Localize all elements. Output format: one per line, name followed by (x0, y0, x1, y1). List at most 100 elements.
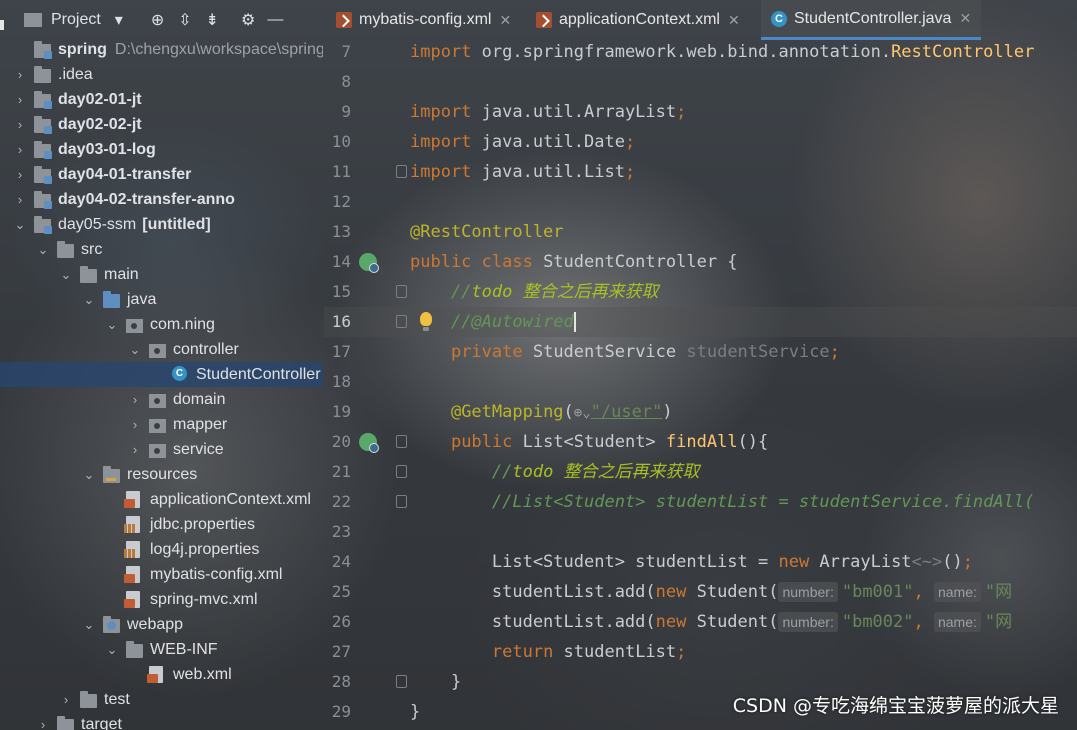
code-line[interactable]: 9 import java.util.ArrayList; (324, 97, 1077, 127)
chevron-right-icon[interactable]: › (128, 417, 142, 432)
code-text: import java.util.List; (410, 157, 635, 187)
chevron-right-icon[interactable]: › (36, 717, 50, 730)
code-line[interactable]: 21 //todo 整合之后再来获取 (324, 457, 1077, 487)
code-line[interactable]: 22 //List<Student> studentList = student… (324, 487, 1077, 517)
chevron-right-icon[interactable]: › (13, 67, 27, 82)
chevron-right-icon[interactable]: › (13, 142, 27, 157)
tree-item-day04-02-transfer-anno[interactable]: › day04-02-transfer-anno (0, 187, 323, 212)
tree-item-name: web.xml (173, 665, 232, 683)
expand-all-icon[interactable]: ⇳ (178, 10, 191, 30)
code-line[interactable]: 20 public List<Student> findAll(){ (324, 427, 1077, 457)
spring-web-icon[interactable] (359, 433, 379, 453)
fold-marker-icon[interactable] (396, 315, 407, 328)
code-editor[interactable]: 7 import org.springframework.web.bind.ann… (324, 40, 1077, 730)
tree-item-suffix: [untitled] (142, 215, 211, 233)
fold-marker-icon[interactable] (396, 435, 407, 448)
tree-item-log4j-properties[interactable]: log4j.properties (0, 537, 323, 562)
chevron-right-icon[interactable]: › (13, 192, 27, 207)
tree-item-controller[interactable]: ⌄ controller (0, 337, 323, 362)
tree-item-main[interactable]: ⌄ main (0, 262, 323, 287)
chevron-down-icon[interactable]: ⌄ (105, 642, 119, 658)
tree-item-test[interactable]: › test (0, 687, 323, 712)
tree-item-label: com.ning (150, 316, 215, 334)
tree-item-com-ning[interactable]: ⌄ com.ning (0, 312, 323, 337)
tree-item-day05-ssm[interactable]: ⌄ day05-ssm [untitled] (0, 212, 323, 237)
chevron-down-icon[interactable]: ⌄ (36, 242, 50, 258)
chevron-right-icon[interactable]: › (59, 692, 73, 707)
code-line[interactable]: 19 @GetMapping(⊕⌄"/user") (324, 397, 1077, 427)
chevron-down-icon[interactable]: ⌄ (13, 217, 27, 233)
tree-item-webapp[interactable]: ⌄ webapp (0, 612, 323, 637)
globe-icon[interactable]: ⊕⌄ (574, 398, 591, 428)
chevron-down-icon[interactable]: ▾ (115, 10, 123, 30)
chevron-down-icon[interactable]: ⌄ (128, 342, 142, 358)
tree-item-jdbc-properties[interactable]: jdbc.properties (0, 512, 323, 537)
code-line[interactable]: 14 public class StudentController { (324, 247, 1077, 277)
code-line[interactable]: 18 (324, 367, 1077, 397)
chevron-down-icon[interactable]: ⌄ (82, 467, 96, 483)
tree-item-java[interactable]: ⌄ java (0, 287, 323, 312)
project-view-title[interactable]: Project (51, 11, 101, 29)
code-line[interactable]: 11 import java.util.List; (324, 157, 1077, 187)
tree-item--idea[interactable]: › .idea (0, 62, 323, 87)
code-line[interactable]: 15 //todo 整合之后再来获取 (324, 277, 1077, 307)
tree-item-spring[interactable]: spring D:\chengxu\workspace\spring (0, 37, 323, 62)
chevron-right-icon[interactable]: › (13, 167, 27, 182)
fold-marker-icon[interactable] (396, 285, 407, 298)
fold-marker-icon[interactable] (396, 675, 407, 688)
tree-item-mybatis-config-xml[interactable]: mybatis-config.xml (0, 562, 323, 587)
code-line[interactable]: 10 import java.util.Date; (324, 127, 1077, 157)
tree-item-service[interactable]: › service (0, 437, 323, 462)
tree-item-mapper[interactable]: › mapper (0, 412, 323, 437)
tab-student-controller[interactable]: C StudentController.java ✕ (761, 0, 982, 40)
tab-application-context[interactable]: applicationContext.xml ✕ (536, 0, 740, 40)
chevron-down-icon[interactable]: ⌄ (82, 292, 96, 308)
code-line[interactable]: 23 (324, 517, 1077, 547)
chevron-right-icon[interactable]: › (13, 117, 27, 132)
code-line[interactable]: 27 return studentList; (324, 637, 1077, 667)
tab-mybatis-config[interactable]: mybatis-config.xml ✕ (336, 0, 511, 40)
code-line[interactable]: 25 studentList.add(new Student(number: "b… (324, 577, 1077, 607)
code-line[interactable]: 26 studentList.add(new Student(number: "b… (324, 607, 1077, 637)
code-line[interactable]: 13 @RestController (324, 217, 1077, 247)
tree-item-src[interactable]: ⌄ src (0, 237, 323, 262)
crosshair-icon[interactable]: ⊕ (151, 10, 164, 30)
close-icon[interactable]: ✕ (499, 12, 511, 29)
tree-item-domain[interactable]: › domain (0, 387, 323, 412)
tree-item-web-xml[interactable]: web.xml (0, 662, 323, 687)
fold-marker-icon[interactable] (396, 495, 407, 508)
code-line[interactable]: 12 (324, 187, 1077, 217)
chevron-right-icon[interactable]: › (13, 92, 27, 107)
code-line[interactable]: 16 //@Autowired (324, 307, 1077, 337)
close-icon[interactable]: ✕ (728, 12, 740, 29)
gear-icon[interactable]: ⚙ (241, 10, 255, 30)
code-line[interactable]: 24 List<Student> studentList = new Array… (324, 547, 1077, 577)
chevron-down-icon[interactable]: ⌄ (105, 317, 119, 333)
code-line[interactable]: 7 import org.springframework.web.bind.ann… (324, 40, 1077, 67)
tree-item-web-inf[interactable]: ⌄ WEB-INF (0, 637, 323, 662)
code-line[interactable]: 8 (324, 67, 1077, 97)
code-line[interactable]: 17 private StudentService studentService… (324, 337, 1077, 367)
close-icon[interactable]: ✕ (959, 10, 971, 27)
tree-item-day02-02-jt[interactable]: › day02-02-jt (0, 112, 323, 137)
tree-item-target[interactable]: › target (0, 712, 323, 730)
tree-item-day02-01-jt[interactable]: › day02-01-jt (0, 87, 323, 112)
tree-item-day04-01-transfer[interactable]: › day04-01-transfer (0, 162, 323, 187)
fold-marker-icon[interactable] (396, 465, 407, 478)
tree-item-applicationcontext-xml[interactable]: applicationContext.xml (0, 487, 323, 512)
xml-file-icon (536, 12, 552, 28)
tree-item-spring-mvc-xml[interactable]: spring-mvc.xml (0, 587, 323, 612)
minimize-icon[interactable]: — (267, 11, 283, 29)
chevron-right-icon[interactable]: › (128, 392, 142, 407)
tree-item-day03-01-log[interactable]: › day03-01-log (0, 137, 323, 162)
chevron-right-icon[interactable]: › (128, 442, 142, 457)
chevron-down-icon[interactable]: ⌄ (82, 617, 96, 633)
fold-marker-icon[interactable] (396, 165, 407, 178)
collapse-all-icon[interactable]: ⇟ (206, 10, 219, 30)
code-token: ; (624, 132, 636, 152)
tree-item-studentcontroller[interactable]: StudentController (0, 362, 323, 387)
spring-bean-icon[interactable] (359, 253, 379, 273)
tree-item-resources[interactable]: ⌄ resources (0, 462, 323, 487)
chevron-down-icon[interactable]: ⌄ (59, 267, 73, 283)
line-number: 28 (331, 672, 351, 691)
